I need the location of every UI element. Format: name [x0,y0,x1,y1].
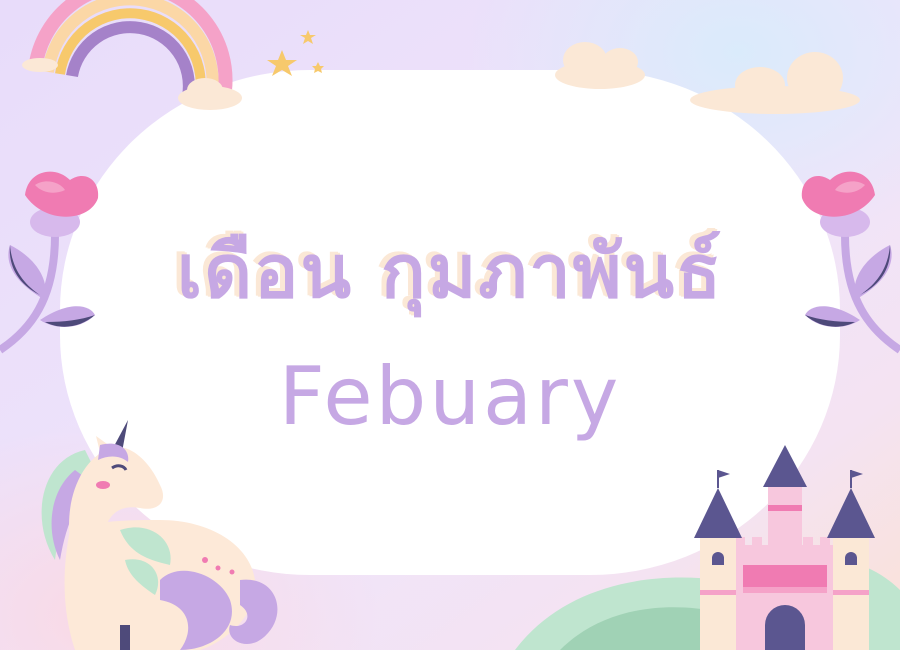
title-english: Febuary [278,350,622,443]
title-thai: เดือน กุมภาพันธ์ [176,229,724,315]
title-block: เดือน กุมภาพันธ์ Febuary [0,0,900,650]
